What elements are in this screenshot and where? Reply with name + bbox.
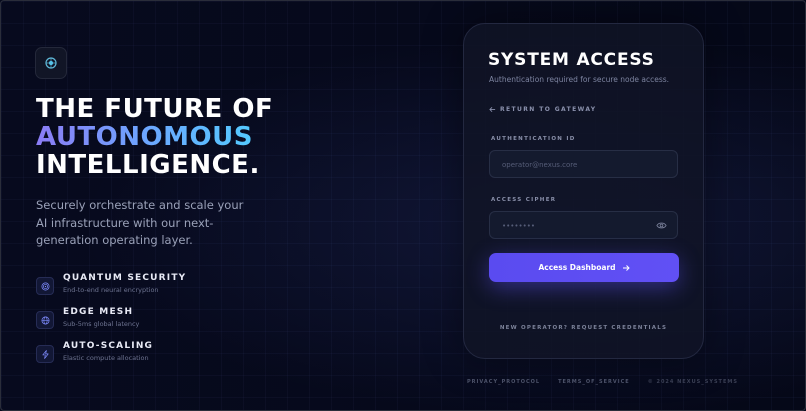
access-cipher-label: ACCESS CIPHER (491, 197, 557, 203)
feature-subtitle: Elastic compute allocation (63, 354, 149, 362)
access-cipher-input[interactable] (500, 212, 664, 240)
access-dashboard-label: Access Dashboard (538, 263, 616, 272)
request-credentials-link[interactable]: NEW OPERATOR? REQUEST CREDENTIALS (464, 325, 703, 331)
login-card: SYSTEM ACCESS Authentication required fo… (463, 23, 704, 359)
hero-line-2: AUTONOMOUS (36, 123, 273, 151)
feature-title: AUTO-SCALING (63, 341, 154, 351)
terms-of-service-link[interactable]: TERMS_OF_SERVICE (558, 379, 630, 385)
feature-item-auto-scaling: AUTO-SCALING Elastic compute allocation (36, 341, 186, 375)
return-to-gateway-link[interactable]: RETURN TO GATEWAY (489, 106, 597, 113)
lightning-icon (36, 345, 54, 363)
privacy-protocol-link[interactable]: PRIVACY_PROTOCOL (467, 379, 540, 385)
authentication-id-input[interactable] (500, 151, 664, 179)
hero-line-1: THE FUTURE OF (36, 94, 274, 124)
hero-description: Securely orchestrate and scale your AI i… (36, 198, 244, 247)
hero-heading: THE FUTURE OF AUTONOMOUS INTELLIGENCE. (36, 95, 273, 179)
access-dashboard-button[interactable]: Access Dashboard (489, 253, 679, 282)
card-title: SYSTEM ACCESS (488, 50, 655, 70)
copyright-text: © 2024 NEXUS_SYSTEMS (647, 379, 738, 385)
feature-subtitle: End-to-end neural encryption (63, 286, 159, 294)
fingerprint-icon (36, 277, 54, 295)
arrow-left-icon (489, 107, 496, 112)
globe-icon (36, 311, 54, 329)
feature-title: QUANTUM SECURITY (63, 273, 187, 283)
logo (35, 47, 67, 79)
return-link-label: RETURN TO GATEWAY (500, 106, 597, 113)
feature-subtitle: Sub-5ms global latency (63, 320, 140, 328)
authentication-id-label: AUTHENTICATION ID (491, 136, 576, 142)
access-cipher-field[interactable] (489, 211, 678, 240)
feature-item-edge-mesh: EDGE MESH Sub-5ms global latency (36, 307, 186, 341)
eye-icon[interactable] (656, 221, 667, 230)
arrow-right-icon (622, 264, 630, 271)
app-frame: THE FUTURE OF AUTONOMOUS INTELLIGENCE. S… (0, 0, 806, 411)
hero-line-3: INTELLIGENCE. (36, 150, 260, 180)
card-subtitle: Authentication required for secure node … (489, 75, 670, 84)
authentication-id-field[interactable] (489, 150, 678, 179)
feature-item-quantum-security: QUANTUM SECURITY End-to-end neural encry… (36, 273, 186, 307)
feature-title: EDGE MESH (63, 307, 134, 317)
logo-icon (45, 57, 57, 69)
footer: PRIVACY_PROTOCOL TERMS_OF_SERVICE © 2024… (467, 379, 738, 385)
feature-list: QUANTUM SECURITY End-to-end neural encry… (36, 273, 186, 375)
